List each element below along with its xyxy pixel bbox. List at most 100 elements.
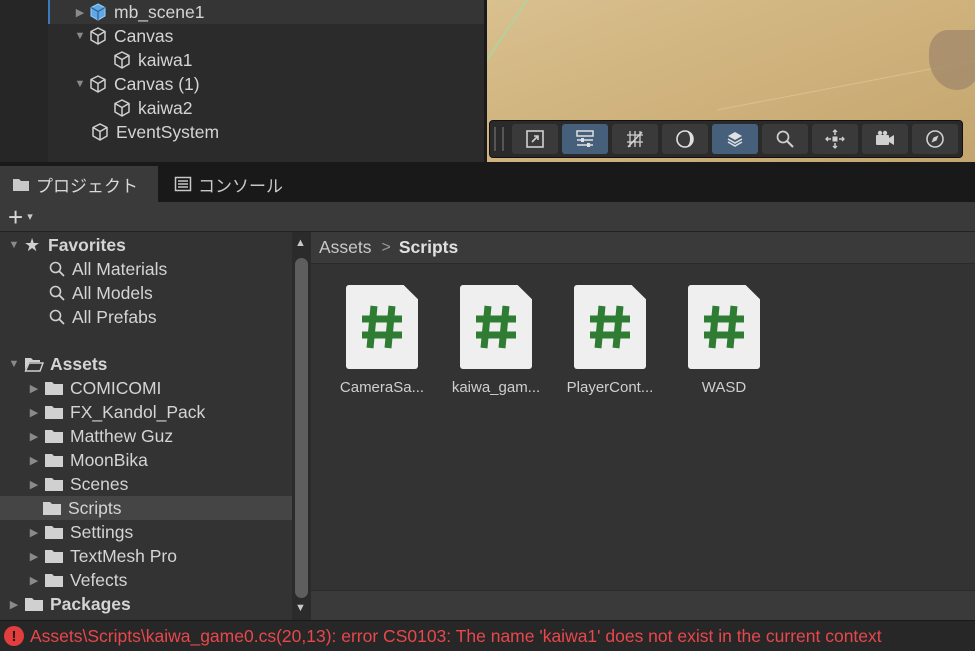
tab-label: コンソール	[198, 176, 283, 196]
hierarchy-item-label: kaiwa2	[138, 97, 193, 118]
tree-label: COMICOMI	[70, 377, 162, 398]
move-tool-button[interactable]	[812, 124, 858, 154]
camera-button[interactable]	[862, 124, 908, 154]
expand-triangle-icon[interactable]: ▶	[26, 406, 42, 419]
scrollbar-thumb[interactable]	[295, 258, 308, 598]
scroll-up-icon[interactable]: ▲	[295, 237, 306, 249]
asset-name: CameraSa...	[339, 379, 425, 396]
tree-assets[interactable]: ▼ Assets	[0, 352, 292, 376]
grid-snap-button[interactable]	[612, 124, 658, 154]
collapse-triangle-icon[interactable]: ▼	[72, 78, 88, 90]
shading-mode-button[interactable]	[662, 124, 708, 154]
breadcrumb-root[interactable]: Assets	[319, 237, 372, 258]
expand-triangle-icon[interactable]: ▶	[72, 6, 88, 19]
layers-button[interactable]	[712, 124, 758, 154]
status-message[interactable]: Assets\Scripts\kaiwa_game0.cs(20,13): er…	[30, 626, 882, 647]
expand-triangle-icon[interactable]: ▶	[26, 382, 42, 395]
gizmos-icon	[926, 130, 944, 148]
tree-scrollbar[interactable]: ▲ ▼	[292, 232, 311, 620]
tree-label: All Models	[72, 282, 153, 303]
grid-snap-icon	[627, 131, 643, 148]
asset-item-kaiwa-gam[interactable]: kaiwa_gam...	[439, 285, 553, 396]
asset-item-wasd[interactable]: WASD	[667, 285, 781, 396]
expand-triangle-icon[interactable]: ▶	[26, 526, 42, 539]
hierarchy-panel: ▶ mb_scene1 ▼ Canvas kaiwa1 ▼ Canvas (1)…	[0, 0, 484, 162]
tree-folder-textmesh-pro[interactable]: ▶ TextMesh Pro	[0, 544, 292, 568]
expand-triangle-icon[interactable]: ▶	[26, 550, 42, 563]
breadcrumb-current[interactable]: Scripts	[399, 237, 458, 258]
gizmos-button[interactable]	[912, 124, 958, 154]
collapse-triangle-icon[interactable]: ▼	[6, 358, 22, 370]
expand-triangle-icon[interactable]: ▶	[26, 454, 42, 467]
collapse-triangle-icon[interactable]: ▼	[72, 30, 88, 42]
scene-overlay-toolbar	[489, 120, 963, 158]
status-bar[interactable]: ! Assets\Scripts\kaiwa_game0.cs(20,13): …	[0, 621, 975, 651]
gameobject-cube-icon	[88, 74, 108, 94]
toolbar-grip-handle[interactable]	[494, 127, 504, 151]
folder-icon	[44, 572, 64, 588]
breadcrumb: Assets > Scripts	[311, 232, 975, 264]
hierarchy-item-kaiwa2[interactable]: kaiwa2	[112, 96, 192, 120]
gameobject-cube-icon	[88, 26, 108, 46]
tree-folder-moonbika[interactable]: ▶ MoonBika	[0, 448, 292, 472]
project-folder-tree: ▼ ★ Favorites All Materials All Models A…	[0, 232, 292, 620]
tree-folder-settings[interactable]: ▶ Settings	[0, 520, 292, 544]
hierarchy-item-eventsystem[interactable]: EventSystem	[90, 120, 219, 144]
expand-triangle-icon[interactable]: ▶	[26, 574, 42, 587]
hierarchy-item-label: Canvas (1)	[114, 73, 200, 94]
tree-label: Packages	[50, 593, 131, 614]
chevron-right-icon: >	[381, 238, 391, 256]
tree-favorite-item[interactable]: All Models	[0, 281, 292, 305]
overlay-settings-button[interactable]	[562, 124, 608, 154]
tree-folder-comicomi[interactable]: ▶ COMICOMI	[0, 376, 292, 400]
tree-label: Favorites	[48, 234, 126, 255]
tree-favorite-item[interactable]: All Prefabs	[0, 305, 292, 329]
tree-folder-scenes[interactable]: ▶ Scenes	[0, 472, 292, 496]
tree-packages[interactable]: ▶ Packages	[0, 592, 292, 616]
maximize-icon	[526, 130, 544, 148]
folder-icon	[44, 428, 64, 444]
shading-mode-icon	[676, 130, 694, 148]
hierarchy-item-label: mb_scene1	[114, 1, 205, 22]
tree-favorites[interactable]: ▼ ★ Favorites	[0, 233, 292, 257]
layers-icon	[727, 132, 743, 147]
tree-favorite-item[interactable]: All Materials	[0, 257, 292, 281]
hierarchy-item-canvas-1[interactable]: ▼ Canvas (1)	[72, 72, 200, 96]
asset-item-playercont[interactable]: PlayerCont...	[553, 285, 667, 396]
prefab-cube-icon	[88, 2, 108, 22]
csharp-script-icon	[346, 285, 418, 369]
folder-icon	[44, 548, 64, 564]
expand-triangle-icon[interactable]: ▶	[26, 430, 42, 443]
hierarchy-item-mb-scene1[interactable]: ▶ mb_scene1	[72, 0, 205, 24]
expand-triangle-icon[interactable]: ▶	[26, 478, 42, 491]
maximize-button[interactable]	[512, 124, 558, 154]
project-toolbar: + ▾	[0, 202, 975, 232]
tree-folder-scripts[interactable]: Scripts	[0, 496, 292, 520]
collapse-triangle-icon[interactable]: ▼	[6, 239, 22, 251]
tree-label: Assets	[50, 353, 108, 374]
scene-search-button[interactable]	[762, 124, 808, 154]
tree-folder-vefects[interactable]: ▶ Vefects	[0, 568, 292, 592]
folder-icon	[24, 596, 44, 612]
scroll-down-icon[interactable]: ▼	[295, 602, 306, 614]
tree-folder-matthew-guz[interactable]: ▶ Matthew Guz	[0, 424, 292, 448]
folder-icon	[44, 380, 64, 396]
folder-icon	[42, 500, 62, 516]
hierarchy-item-canvas[interactable]: ▼ Canvas	[72, 24, 174, 48]
tab-project[interactable]: プロジェクト	[0, 166, 158, 202]
search-icon	[49, 261, 65, 277]
chevron-down-icon[interactable]: ▾	[27, 210, 33, 223]
csharp-script-icon	[688, 285, 760, 369]
expand-triangle-icon[interactable]: ▶	[6, 598, 22, 611]
folder-icon	[44, 452, 64, 468]
hierarchy-item-kaiwa1[interactable]: kaiwa1	[112, 48, 192, 72]
asset-item-camerasa[interactable]: CameraSa...	[325, 285, 439, 396]
add-asset-button[interactable]: +	[8, 204, 23, 230]
tab-console[interactable]: コンソール	[162, 166, 292, 202]
tree-folder-fx-kandol-pack[interactable]: ▶ FX_Kandol_Pack	[0, 400, 292, 424]
search-icon	[776, 130, 794, 148]
tab-label: プロジェクト	[36, 176, 138, 196]
gameobject-cube-icon	[90, 122, 110, 142]
asset-name: PlayerCont...	[566, 379, 654, 396]
tree-label: Scenes	[70, 473, 129, 494]
